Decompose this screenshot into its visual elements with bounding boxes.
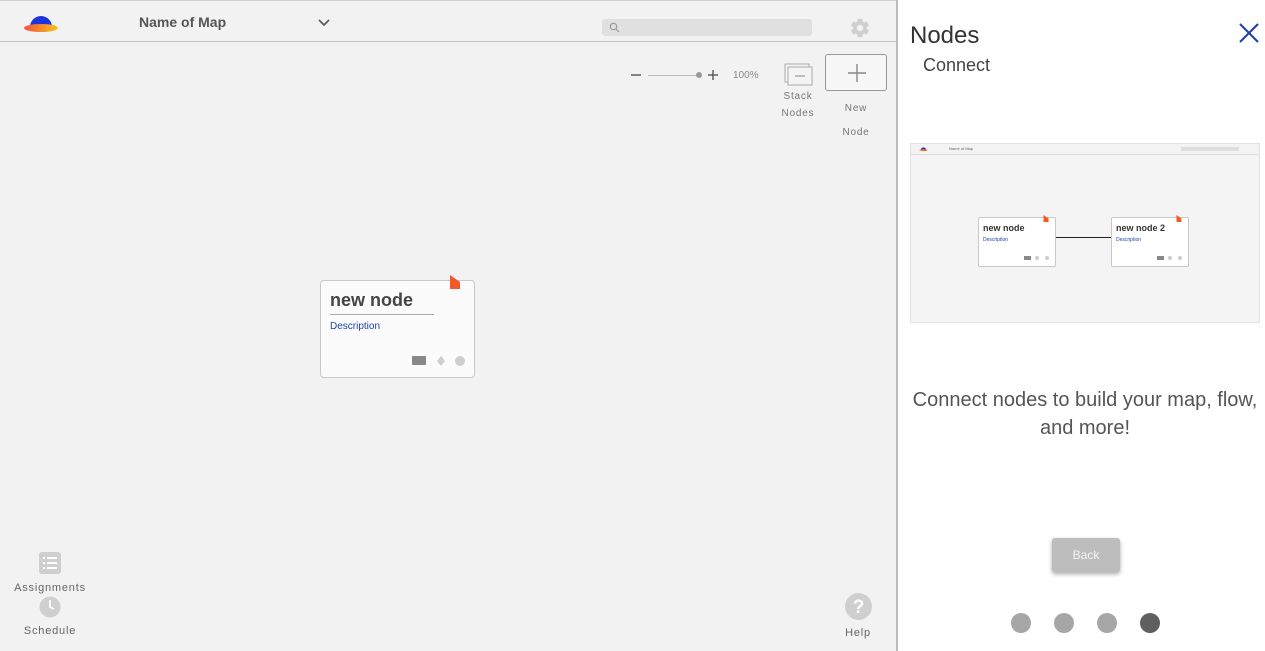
- help-icon: ?: [844, 593, 872, 620]
- close-icon[interactable]: [1238, 22, 1260, 44]
- flag-icon: [1176, 215, 1182, 222]
- panel-subtitle: Connect: [923, 55, 991, 75]
- circle-icon[interactable]: [455, 356, 465, 366]
- stack-nodes-label-line1: Stack: [783, 91, 813, 102]
- circle-icon: [1045, 256, 1049, 260]
- preview-node-description: Description: [1116, 237, 1142, 243]
- schedule-label: Schedule: [23, 625, 77, 637]
- node-title-underline: [330, 314, 434, 315]
- node-description[interactable]: Description: [330, 321, 380, 332]
- help-label: Help: [845, 627, 871, 639]
- preview-node: new node Description: [978, 215, 1056, 267]
- map-canvas[interactable]: Name of Map 100% Stack Nodes New Node ne…: [0, 0, 896, 651]
- stack-nodes-button[interactable]: Stack Nodes: [776, 62, 820, 122]
- tutorial-panel: Nodes Connect Name of Map new node Descr…: [896, 0, 1265, 651]
- preview-search-bar: [1181, 147, 1239, 151]
- preview-map-title: Name of Map: [949, 146, 974, 151]
- pagination-dot[interactable]: [1011, 613, 1031, 633]
- plus-icon: [848, 64, 866, 82]
- clock-icon: [39, 596, 61, 618]
- comment-icon: [1157, 256, 1164, 260]
- new-node-box[interactable]: [825, 54, 887, 91]
- gear-icon[interactable]: [849, 17, 871, 39]
- node-card[interactable]: new node Description: [320, 275, 475, 378]
- tutorial-message: Connect nodes to build your map, flow, a…: [912, 389, 1258, 439]
- top-bar: Name of Map: [0, 0, 896, 42]
- diamond-icon[interactable]: [437, 356, 445, 366]
- search-input[interactable]: [624, 19, 808, 38]
- flag-icon[interactable]: [449, 275, 461, 289]
- search-icon: [609, 22, 620, 33]
- panel-title: Nodes: [910, 22, 980, 49]
- zoom-slider[interactable]: [648, 75, 702, 76]
- preview-node-title: new node: [983, 223, 1025, 233]
- pagination-dot[interactable]: [1054, 613, 1074, 633]
- node-title[interactable]: new node: [330, 290, 413, 311]
- zoom-level-readout: 100%: [733, 70, 759, 81]
- comment-icon[interactable]: [412, 356, 426, 365]
- pagination-dot[interactable]: [1097, 613, 1117, 633]
- stack-nodes-label-line2: Nodes: [781, 108, 815, 119]
- list-icon: [39, 552, 61, 574]
- zoom-out-icon[interactable]: [630, 69, 642, 81]
- preview-node-description: Description: [983, 237, 1009, 243]
- preview-connector-line: [1056, 237, 1111, 238]
- schedule-button[interactable]: Schedule: [12, 596, 88, 637]
- assignments-button[interactable]: Assignments: [12, 551, 88, 594]
- pagination-dot-active[interactable]: [1140, 613, 1160, 633]
- diamond-icon: [1168, 256, 1172, 260]
- app-logo-icon[interactable]: [22, 11, 60, 35]
- new-node-label-line2: Node: [842, 127, 870, 138]
- stack-icon: [784, 63, 813, 86]
- svg-text:?: ?: [852, 597, 864, 618]
- zoom-in-icon[interactable]: [707, 69, 719, 81]
- preview-top-bar: Name of Map: [911, 144, 1259, 155]
- back-button[interactable]: Back: [1052, 538, 1120, 572]
- chevron-down-icon[interactable]: [316, 15, 332, 29]
- map-title[interactable]: Name of Map: [139, 14, 226, 30]
- preview-node-title: new node 2: [1116, 223, 1166, 233]
- preview-node: new node 2 Description: [1111, 215, 1189, 267]
- tutorial-preview-image: Name of Map new node Description new nod…: [910, 143, 1260, 323]
- diamond-icon: [1035, 256, 1039, 260]
- zoom-slider-handle[interactable]: [696, 72, 702, 78]
- comment-icon: [1024, 256, 1031, 260]
- app-logo-icon: [919, 147, 928, 152]
- circle-icon: [1178, 256, 1182, 260]
- search-bar[interactable]: [602, 19, 812, 38]
- assignments-label: Assignments: [14, 582, 86, 594]
- new-node-button[interactable]: New Node: [824, 54, 888, 138]
- help-button[interactable]: ? Help: [836, 593, 880, 639]
- new-node-label-line1: New: [844, 103, 868, 114]
- flag-icon: [1043, 215, 1049, 222]
